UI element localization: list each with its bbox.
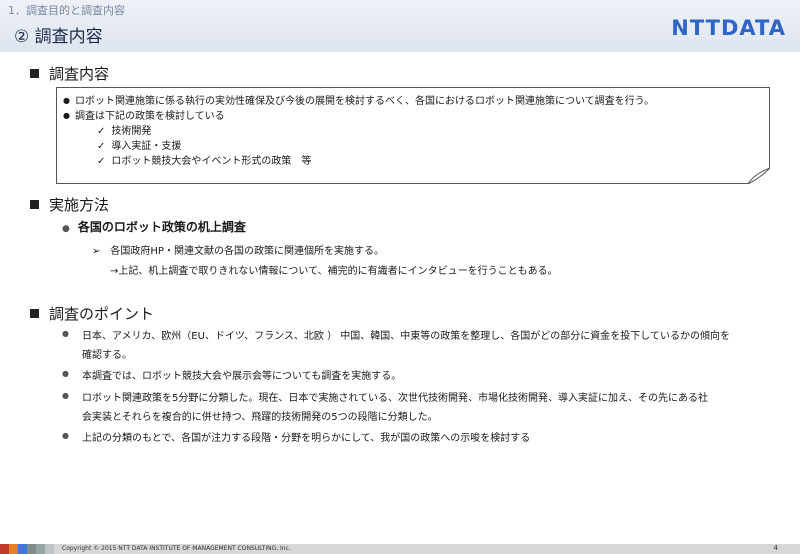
square-bullet-icon [30,309,39,318]
check-item-3: ロボット競技大会やイベント形式の政策 等 [97,152,311,167]
arrow-bullet-icon: ➢ [92,246,101,257]
method-subheading: ● 各国のロボット政策の机上調査 [62,220,246,234]
box-bullet-2: 調査は下記の政策を検討している [63,107,225,122]
footer-stripe [9,544,18,554]
breadcrumb: 1．調査目的と調査内容 [8,4,125,17]
method-note: →上記、机上調査で取りきれない情報について、補完的に有識者にインタビューを行うこ… [110,266,558,277]
footer-stripe [36,544,45,554]
point-4-line-1: 上記の分類のもとで、各国が注力する段階・分野を明らかにして、我が国の政策への示唆… [82,433,531,444]
box-bullet-1: ロボット関連施策に係る執行の実効性確保及び今後の展開を検討するべく、各国における… [63,92,654,107]
page-fold-icon [748,168,770,184]
circle-bullet-icon: ● [62,224,70,234]
slide-header: 1．調査目的と調査内容 ② 調査内容 NTTDATA [0,0,800,52]
point-2-line-1: 本調査では、ロボット競技大会や展示会等についても調査を実施する。 [82,371,402,382]
point-bullet-icon: ● [62,431,69,440]
point-1-line-2: 確認する。 [82,350,132,361]
point-bullet-icon: ● [62,329,69,338]
footer-stripe [0,544,9,554]
section-heading-points: 調査のポイント [30,303,154,324]
footer-stripe [45,544,54,554]
footer-stripe [27,544,36,554]
point-3-line-1: ロボット関連政策を5分野に分類した。現在、日本で実施されている、次世代技術開発、… [82,393,709,404]
page-number: 4 [773,544,778,552]
point-bullet-icon: ● [62,369,69,378]
section-heading-survey-content: 調査内容 [30,63,109,84]
square-bullet-icon [30,200,39,209]
point-3-line-2: 会実装とそれらを複合的に併せ持つ、飛躍的技術開発の5つの段階に分類した。 [82,412,438,423]
point-1-line-1: 日本、アメリカ、欧州（EU、ドイツ、フランス、北欧 ） 中国、韓国、中東等の政策… [82,331,730,342]
point-bullet-icon: ● [62,391,69,400]
company-logo: NTTDATA [671,16,786,40]
check-item-1: 技術開発 [97,122,151,137]
copyright-text: Copyright © 2015 NTT DATA INSTITUTE OF M… [62,545,291,552]
method-arrow-item: ➢ 各国政府HP・関連文献の各国の政策に関連個所を実施する。 [92,246,384,257]
page-title: ② 調査内容 [14,27,103,47]
section-heading-method: 実施方法 [30,194,109,215]
square-bullet-icon [30,69,39,78]
survey-content-box: ロボット関連施策に係る執行の実効性確保及び今後の展開を検討するべく、各国における… [56,87,770,184]
footer-stripe [18,544,27,554]
check-item-2: 導入実証・支援 [97,137,181,152]
